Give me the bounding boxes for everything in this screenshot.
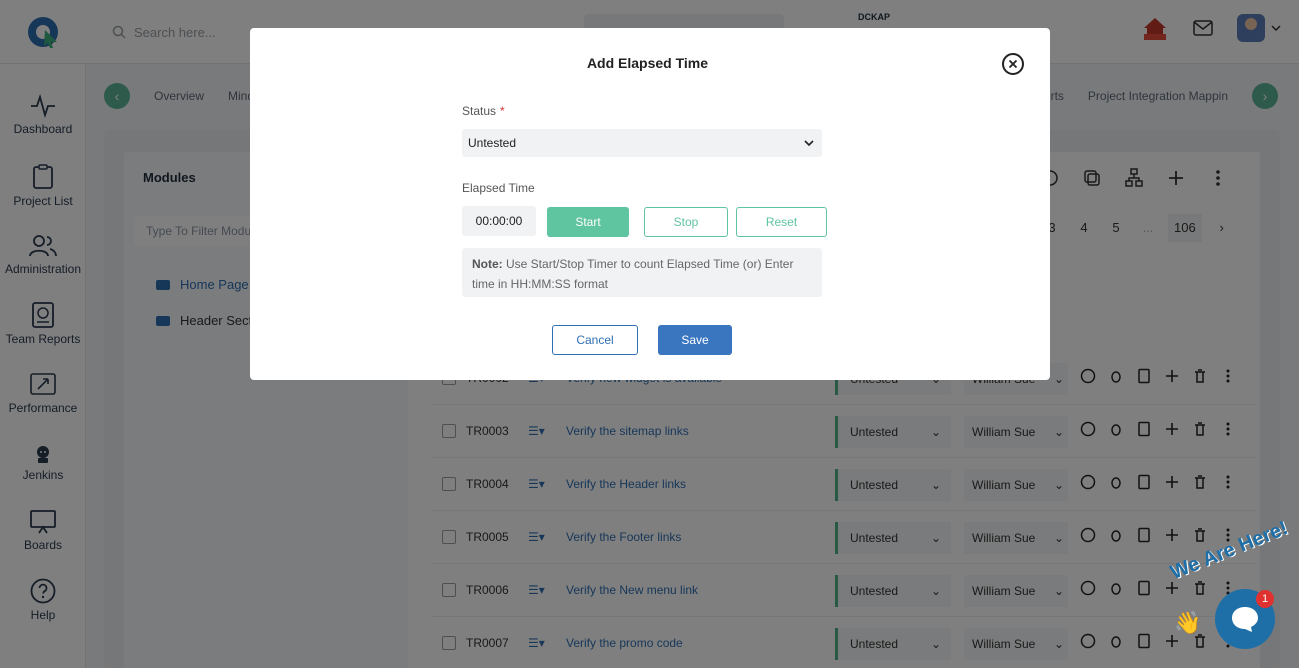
status-label-text: Status <box>462 104 497 118</box>
status-select-value: Untested <box>468 136 517 150</box>
close-icon <box>1008 59 1018 69</box>
chat-unread-badge: 1 <box>1256 590 1274 608</box>
status-label: Status * <box>462 104 505 118</box>
elapsed-time-input[interactable]: 00:00:00 <box>462 206 536 236</box>
cancel-button[interactable]: Cancel <box>552 325 638 355</box>
timer-note: Note: Use Start/Stop Timer to count Elap… <box>462 248 822 297</box>
chat-bubble-icon <box>1232 607 1258 632</box>
wave-hand-icon: 👋 <box>1174 610 1202 635</box>
chevron-down-icon <box>804 140 814 146</box>
add-elapsed-time-modal: Add Elapsed Time Status * Untested Elapse… <box>250 28 1050 380</box>
reset-button[interactable]: Reset <box>736 207 827 237</box>
start-button[interactable]: Start <box>547 207 629 237</box>
status-select[interactable]: Untested <box>462 129 822 157</box>
note-heading: Note: <box>472 257 503 271</box>
required-asterisk: * <box>500 104 505 118</box>
modal-title: Add Elapsed Time <box>586 55 709 71</box>
stop-button[interactable]: Stop <box>644 207 728 237</box>
elapsed-time-label: Elapsed Time <box>462 181 535 195</box>
note-text: Use Start/Stop Timer to count Elapsed Ti… <box>472 257 794 291</box>
close-button[interactable] <box>1002 53 1024 75</box>
save-button[interactable]: Save <box>658 325 732 355</box>
